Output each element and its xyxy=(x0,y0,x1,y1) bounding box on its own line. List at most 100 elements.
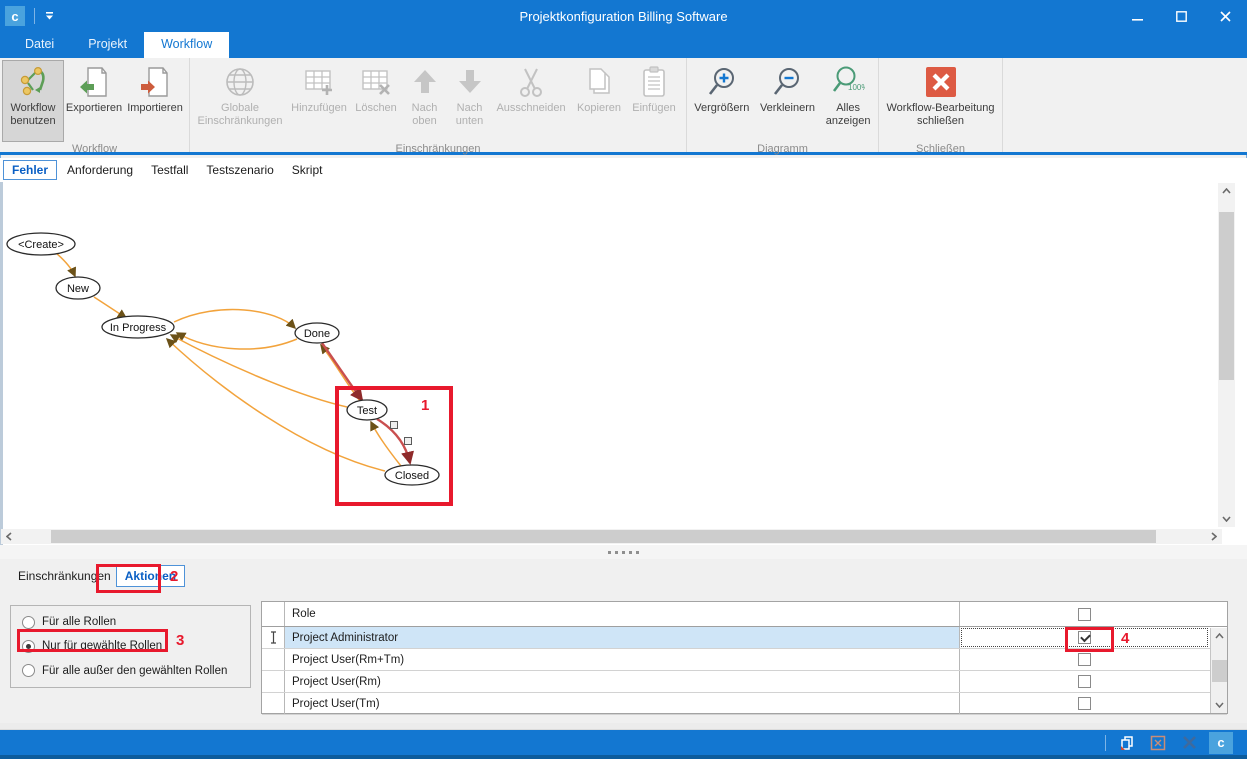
divider xyxy=(1105,735,1106,751)
role-checkbox-cell[interactable] xyxy=(960,693,1209,714)
workflow-diagram: <Create>NewIn ProgressDoneTestClosed 1 xyxy=(4,183,1218,529)
annotation-number-2: 2 xyxy=(170,568,178,585)
workflow-node-closed[interactable]: Closed xyxy=(385,465,439,485)
workflow-node-done[interactable]: Done xyxy=(295,323,339,343)
hinzufuegen-button[interactable]: Hinzufügen xyxy=(288,60,350,142)
export-icon xyxy=(77,65,111,99)
nach-oben-button[interactable]: Nach oben xyxy=(402,60,447,142)
doc-tab-skript[interactable]: Skript xyxy=(284,161,331,179)
table-row[interactable]: Project User(Rm) xyxy=(262,671,1227,693)
role-cell[interactable]: Project User(Tm) xyxy=(285,693,960,714)
alles-anzeigen-button[interactable]: 100% Alles anzeigen xyxy=(820,60,876,142)
edge-inprogress-done[interactable] xyxy=(174,310,295,328)
diagram-vertical-scrollbar[interactable] xyxy=(1218,183,1235,527)
minimize-button[interactable] xyxy=(1115,0,1159,32)
role-cell[interactable]: Project User(Rm+Tm) xyxy=(285,649,960,670)
role-cell[interactable]: Project User(Rm) xyxy=(285,671,960,692)
role-checkbox-cell[interactable] xyxy=(960,649,1209,670)
tab-workflow[interactable]: Workflow xyxy=(144,32,229,58)
annotation-number-4: 4 xyxy=(1121,630,1129,647)
edge-handle[interactable] xyxy=(405,438,412,445)
header-checkbox[interactable] xyxy=(1078,608,1091,621)
role-checkbox[interactable] xyxy=(1078,697,1091,710)
workflow-bearbeitung-schliessen-button[interactable]: Workflow-Bearbeitung schließen xyxy=(881,60,1000,142)
dock-pages-icon[interactable] xyxy=(1116,733,1138,753)
scrollbar-thumb[interactable] xyxy=(1212,660,1227,682)
checkbox-column-header[interactable] xyxy=(960,602,1209,626)
edge-create-new[interactable] xyxy=(56,253,75,276)
radio-icon[interactable] xyxy=(22,664,35,677)
loeschen-button[interactable]: Löschen xyxy=(350,60,402,142)
exportieren-button[interactable]: Exportieren xyxy=(64,60,124,142)
doc-tab-anforderung[interactable]: Anforderung xyxy=(59,161,141,179)
radio-icon[interactable] xyxy=(22,616,35,629)
doc-tab-fehler[interactable]: Fehler xyxy=(3,160,57,180)
scroll-right-icon[interactable] xyxy=(1206,529,1222,544)
dock-board-icon[interactable] xyxy=(1147,733,1169,753)
app-logo-icon[interactable]: c xyxy=(5,6,25,26)
role-column-header[interactable]: Role xyxy=(285,602,960,626)
edge-new-inprogress[interactable] xyxy=(94,297,126,318)
radio-fuer-alle-rollen[interactable]: Für alle Rollen xyxy=(22,616,250,629)
scroll-up-icon[interactable] xyxy=(1218,183,1235,199)
maximize-button[interactable] xyxy=(1159,0,1203,32)
statusbar-app-logo-icon[interactable]: c xyxy=(1209,732,1233,754)
einfuegen-button[interactable]: Einfügen xyxy=(628,60,680,142)
role-checkbox-cell[interactable] xyxy=(960,671,1209,692)
button-label: Workflow-Bearbeitung schließen xyxy=(886,102,994,128)
panel-splitter[interactable] xyxy=(0,545,1247,559)
verkleinern-button[interactable]: Verkleinern xyxy=(755,60,821,142)
workflow-node-test[interactable]: Test xyxy=(347,400,387,420)
button-label: Vergrößern xyxy=(694,102,749,115)
importieren-button[interactable]: Importieren xyxy=(124,60,186,142)
scroll-down-icon[interactable] xyxy=(1218,511,1235,527)
diagram-horizontal-scrollbar[interactable] xyxy=(1,529,1222,544)
workflow-diagram-canvas[interactable]: <Create>NewIn ProgressDoneTestClosed 1 xyxy=(0,182,1247,545)
kopieren-button[interactable]: Kopieren xyxy=(570,60,628,142)
tab-datei[interactable]: Datei xyxy=(8,32,71,58)
workflow-benutzen-button[interactable]: Workflow benutzen xyxy=(2,60,64,142)
ribbon: Workflow benutzen Exportieren xyxy=(0,58,1247,155)
table-add-icon xyxy=(302,65,336,99)
edge-test-done[interactable] xyxy=(321,345,360,401)
ibeam-indicator-icon xyxy=(270,631,277,644)
workflow-node-inprogress[interactable]: In Progress xyxy=(102,316,174,338)
doc-tab-testfall[interactable]: Testfall xyxy=(143,161,196,179)
title-bar: c Projektkonfiguration Billing Software xyxy=(0,0,1247,32)
role-cell[interactable]: Project Administrator xyxy=(285,627,960,648)
edge-handle[interactable] xyxy=(391,422,398,429)
workflow-node-create[interactable]: <Create> xyxy=(7,233,75,255)
ribbon-group-label: Diagramm xyxy=(687,142,878,158)
dock-close-icon[interactable] xyxy=(1178,733,1200,753)
edge-done-test[interactable] xyxy=(322,343,362,400)
doc-tab-testszenario[interactable]: Testszenario xyxy=(198,161,281,179)
scroll-left-icon[interactable] xyxy=(1,529,17,544)
scrollbar-thumb[interactable] xyxy=(51,530,1156,543)
ribbon-tab-bar: Datei Projekt Workflow xyxy=(0,32,1247,58)
scroll-up-icon[interactable] xyxy=(1212,629,1227,643)
row-indicator-cell xyxy=(262,627,285,648)
table-vertical-scrollbar[interactable] xyxy=(1210,628,1227,713)
edge-done-inprogress[interactable] xyxy=(177,333,297,349)
table-row[interactable]: Project User(Rm+Tm) xyxy=(262,649,1227,671)
ribbon-group-label: Schließen xyxy=(879,142,1002,158)
scroll-down-icon[interactable] xyxy=(1212,698,1227,712)
edge-test-inprogress[interactable] xyxy=(171,335,347,407)
zoom-in-icon xyxy=(705,65,739,99)
copy-icon xyxy=(582,65,616,99)
ausschneiden-button[interactable]: Ausschneiden xyxy=(492,60,570,142)
role-checkbox[interactable] xyxy=(1078,675,1091,688)
close-button[interactable] xyxy=(1203,0,1247,32)
globale-einschraenkungen-button[interactable]: Globale Einschränkungen xyxy=(192,60,288,142)
vergroessern-button[interactable]: Vergrößern xyxy=(689,60,755,142)
row-indicator-cell xyxy=(262,649,285,670)
quick-access-chevron-icon[interactable] xyxy=(44,11,55,21)
scrollbar-thumb[interactable] xyxy=(1219,212,1234,380)
table-row[interactable]: Project User(Tm) xyxy=(262,693,1227,715)
tab-projekt[interactable]: Projekt xyxy=(71,32,144,58)
nach-unten-button[interactable]: Nach unten xyxy=(447,60,492,142)
workflow-node-new[interactable]: New xyxy=(56,277,100,299)
radio-fuer-alle-ausser[interactable]: Für alle außer den gewählten Rollen xyxy=(22,664,250,677)
role-checkbox[interactable] xyxy=(1078,653,1091,666)
button-label: Globale Einschränkungen xyxy=(197,102,282,128)
